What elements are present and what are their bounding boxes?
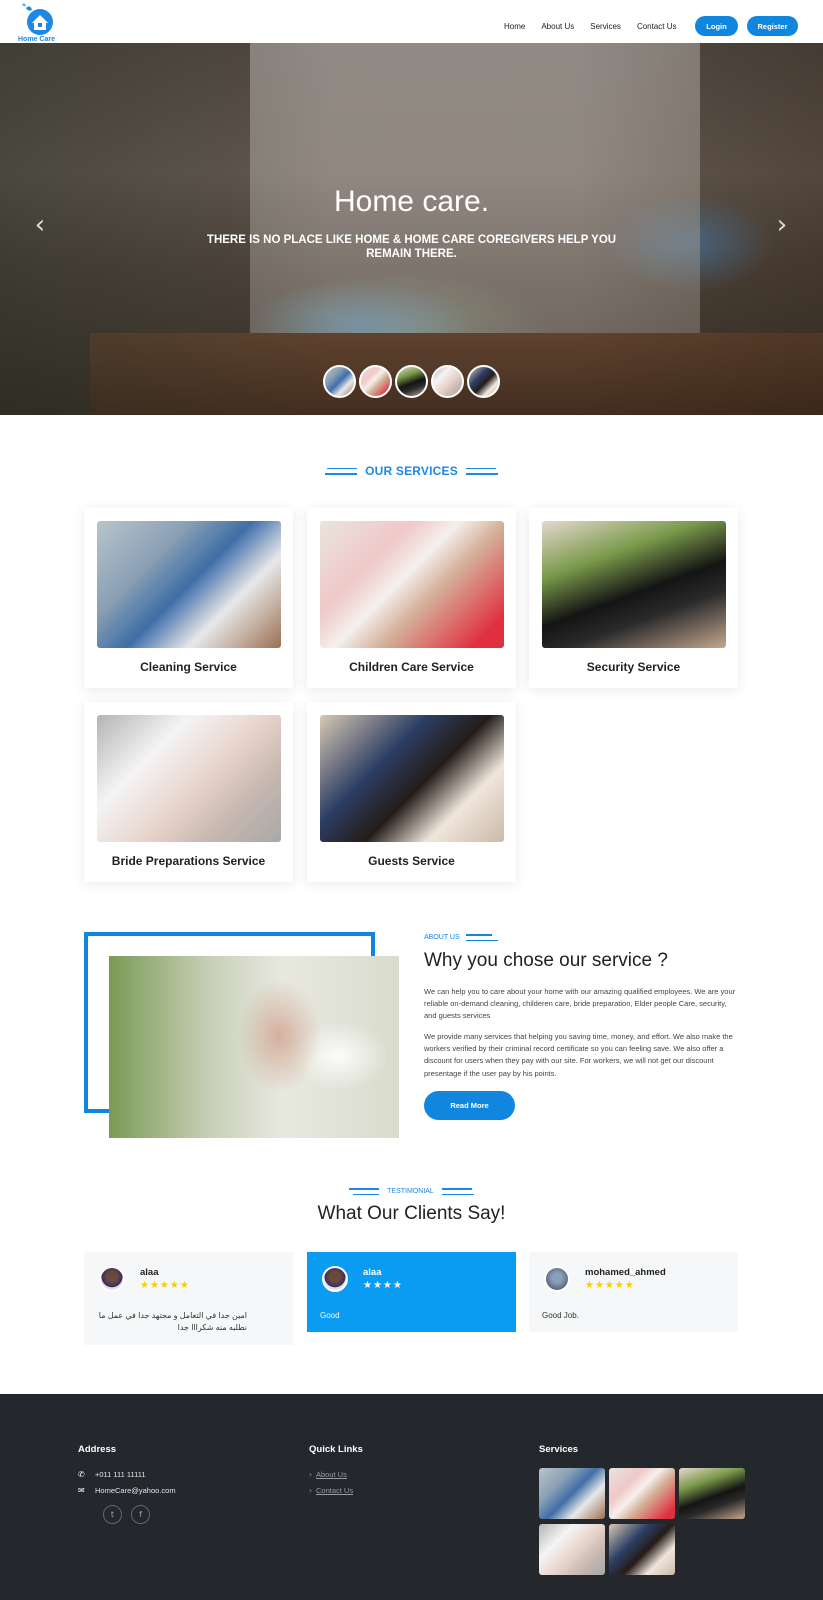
facebook-icon[interactable]: f	[131, 1505, 150, 1524]
service-card-guests[interactable]: Guests Service	[307, 702, 516, 882]
about-image	[109, 956, 399, 1138]
star-rating-icon: ★★★★	[363, 1280, 403, 1291]
envelope-icon: ✉	[78, 1486, 85, 1495]
login-button[interactable]: Login	[695, 16, 738, 36]
carousel-thumb-cleaning[interactable]	[323, 365, 356, 398]
footer-phone: ✆ +011 111 11111	[78, 1470, 146, 1479]
avatar	[99, 1266, 125, 1292]
service-label: Security Service	[586, 660, 681, 674]
footer-service-thumb-bride[interactable]	[539, 1524, 605, 1575]
nav-contact-us[interactable]: Contact Us	[637, 22, 677, 31]
nav-services[interactable]: Services	[590, 22, 621, 31]
footer-service-thumb-children[interactable]	[609, 1468, 675, 1519]
avatar	[544, 1266, 570, 1292]
star-rating-icon: ★★★★★	[585, 1280, 635, 1291]
footer-services-heading: Services	[539, 1444, 579, 1455]
hero-carousel: Home care. THERE IS NO PLACE LIKE HOME &…	[0, 43, 823, 415]
nav-about-us[interactable]: About Us	[541, 22, 574, 31]
hero-subtitle: THERE IS NO PLACE LIKE HOME & HOME CARE …	[206, 234, 617, 260]
service-label: Bride Preparations Service	[111, 854, 266, 868]
testimonial-name: alaa	[363, 1267, 382, 1278]
chevron-left-icon[interactable]: ‹	[30, 212, 50, 238]
hero-title: Home care.	[333, 185, 490, 218]
about-kicker: ABOUT US	[424, 934, 498, 941]
footer-service-thumb-guests[interactable]	[609, 1524, 675, 1575]
chevron-right-icon: ›	[309, 1470, 312, 1479]
carousel-thumb-bride[interactable]	[431, 365, 464, 398]
home-care-logo[interactable]: Home Care	[16, 2, 62, 43]
service-label: Guests Service	[368, 854, 455, 868]
testimonial-card: alaa ★★★★★ امين جدا في التعامل و مجتهد ج…	[84, 1252, 293, 1345]
testimonial-text: امين جدا في التعامل و مجتهد جدا في عمل م…	[98, 1311, 247, 1332]
carousel-thumb-guests[interactable]	[467, 365, 500, 398]
service-card-cleaning[interactable]: Cleaning Service	[84, 508, 293, 688]
footer-link-about-us[interactable]: › About Us	[309, 1470, 347, 1479]
testimonials-title: What Our Clients Say!	[317, 1203, 506, 1224]
logo-text: Home Care	[18, 36, 55, 43]
service-image-bride	[97, 715, 281, 842]
testimonial-card: mohamed_ahmed ★★★★★ Good Job.	[529, 1252, 738, 1332]
services-title: OUR SERVICES	[365, 464, 458, 478]
testimonial-text: Good	[320, 1311, 340, 1320]
testimonial-text: Good Job.	[542, 1311, 579, 1320]
service-card-security[interactable]: Security Service	[529, 508, 738, 688]
service-label: Children Care Service	[349, 660, 474, 674]
chevron-right-icon: ›	[309, 1486, 312, 1495]
nav-links: Home About Us Services Contact Us	[504, 22, 693, 31]
about-title: Why you chose our service ?	[424, 950, 668, 971]
footer-address-heading: Address	[78, 1444, 117, 1455]
footer-email: ✉ HomeCare@yahoo.com	[78, 1486, 176, 1495]
services-heading: OUR SERVICES	[0, 464, 823, 478]
carousel-thumb-children[interactable]	[359, 365, 392, 398]
carousel-thumb-security[interactable]	[395, 365, 428, 398]
service-image-cleaning	[97, 521, 281, 648]
testimonial-card-active: alaa ★★★★ Good	[307, 1252, 516, 1332]
carousel-indicators	[323, 365, 500, 398]
about-paragraph-1: We can help you to care about your home …	[424, 987, 736, 1021]
register-button[interactable]: Register	[747, 16, 798, 36]
service-image-children	[320, 521, 504, 648]
star-rating-icon: ★★★★★	[140, 1280, 190, 1291]
footer-service-thumb-security[interactable]	[679, 1468, 745, 1519]
twitter-icon[interactable]: t	[103, 1505, 122, 1524]
nav-home[interactable]: Home	[504, 22, 525, 31]
service-image-guests	[320, 715, 504, 842]
avatar	[322, 1266, 348, 1292]
service-label: Cleaning Service	[140, 660, 237, 674]
service-image-security	[542, 521, 726, 648]
navbar: Home Care Home About Us Services Contact…	[0, 0, 823, 43]
phone-icon: ✆	[78, 1470, 85, 1479]
testimonial-name: mohamed_ahmed	[585, 1267, 666, 1278]
read-more-button[interactable]: Read More	[424, 1091, 515, 1120]
testimonial-name: alaa	[140, 1267, 159, 1278]
footer-quick-links-heading: Quick Links	[309, 1444, 363, 1455]
footer-service-thumb-cleaning[interactable]	[539, 1468, 605, 1519]
service-card-bride[interactable]: Bride Preparations Service	[84, 702, 293, 882]
chevron-right-icon[interactable]: ›	[772, 212, 792, 238]
testimonial-kicker: TESTIMONIAL	[0, 1188, 823, 1195]
about-paragraph-2: We provide many services that helping yo…	[424, 1032, 733, 1078]
service-card-children[interactable]: Children Care Service	[307, 508, 516, 688]
footer-link-contact-us[interactable]: › Contact Us	[309, 1486, 353, 1495]
